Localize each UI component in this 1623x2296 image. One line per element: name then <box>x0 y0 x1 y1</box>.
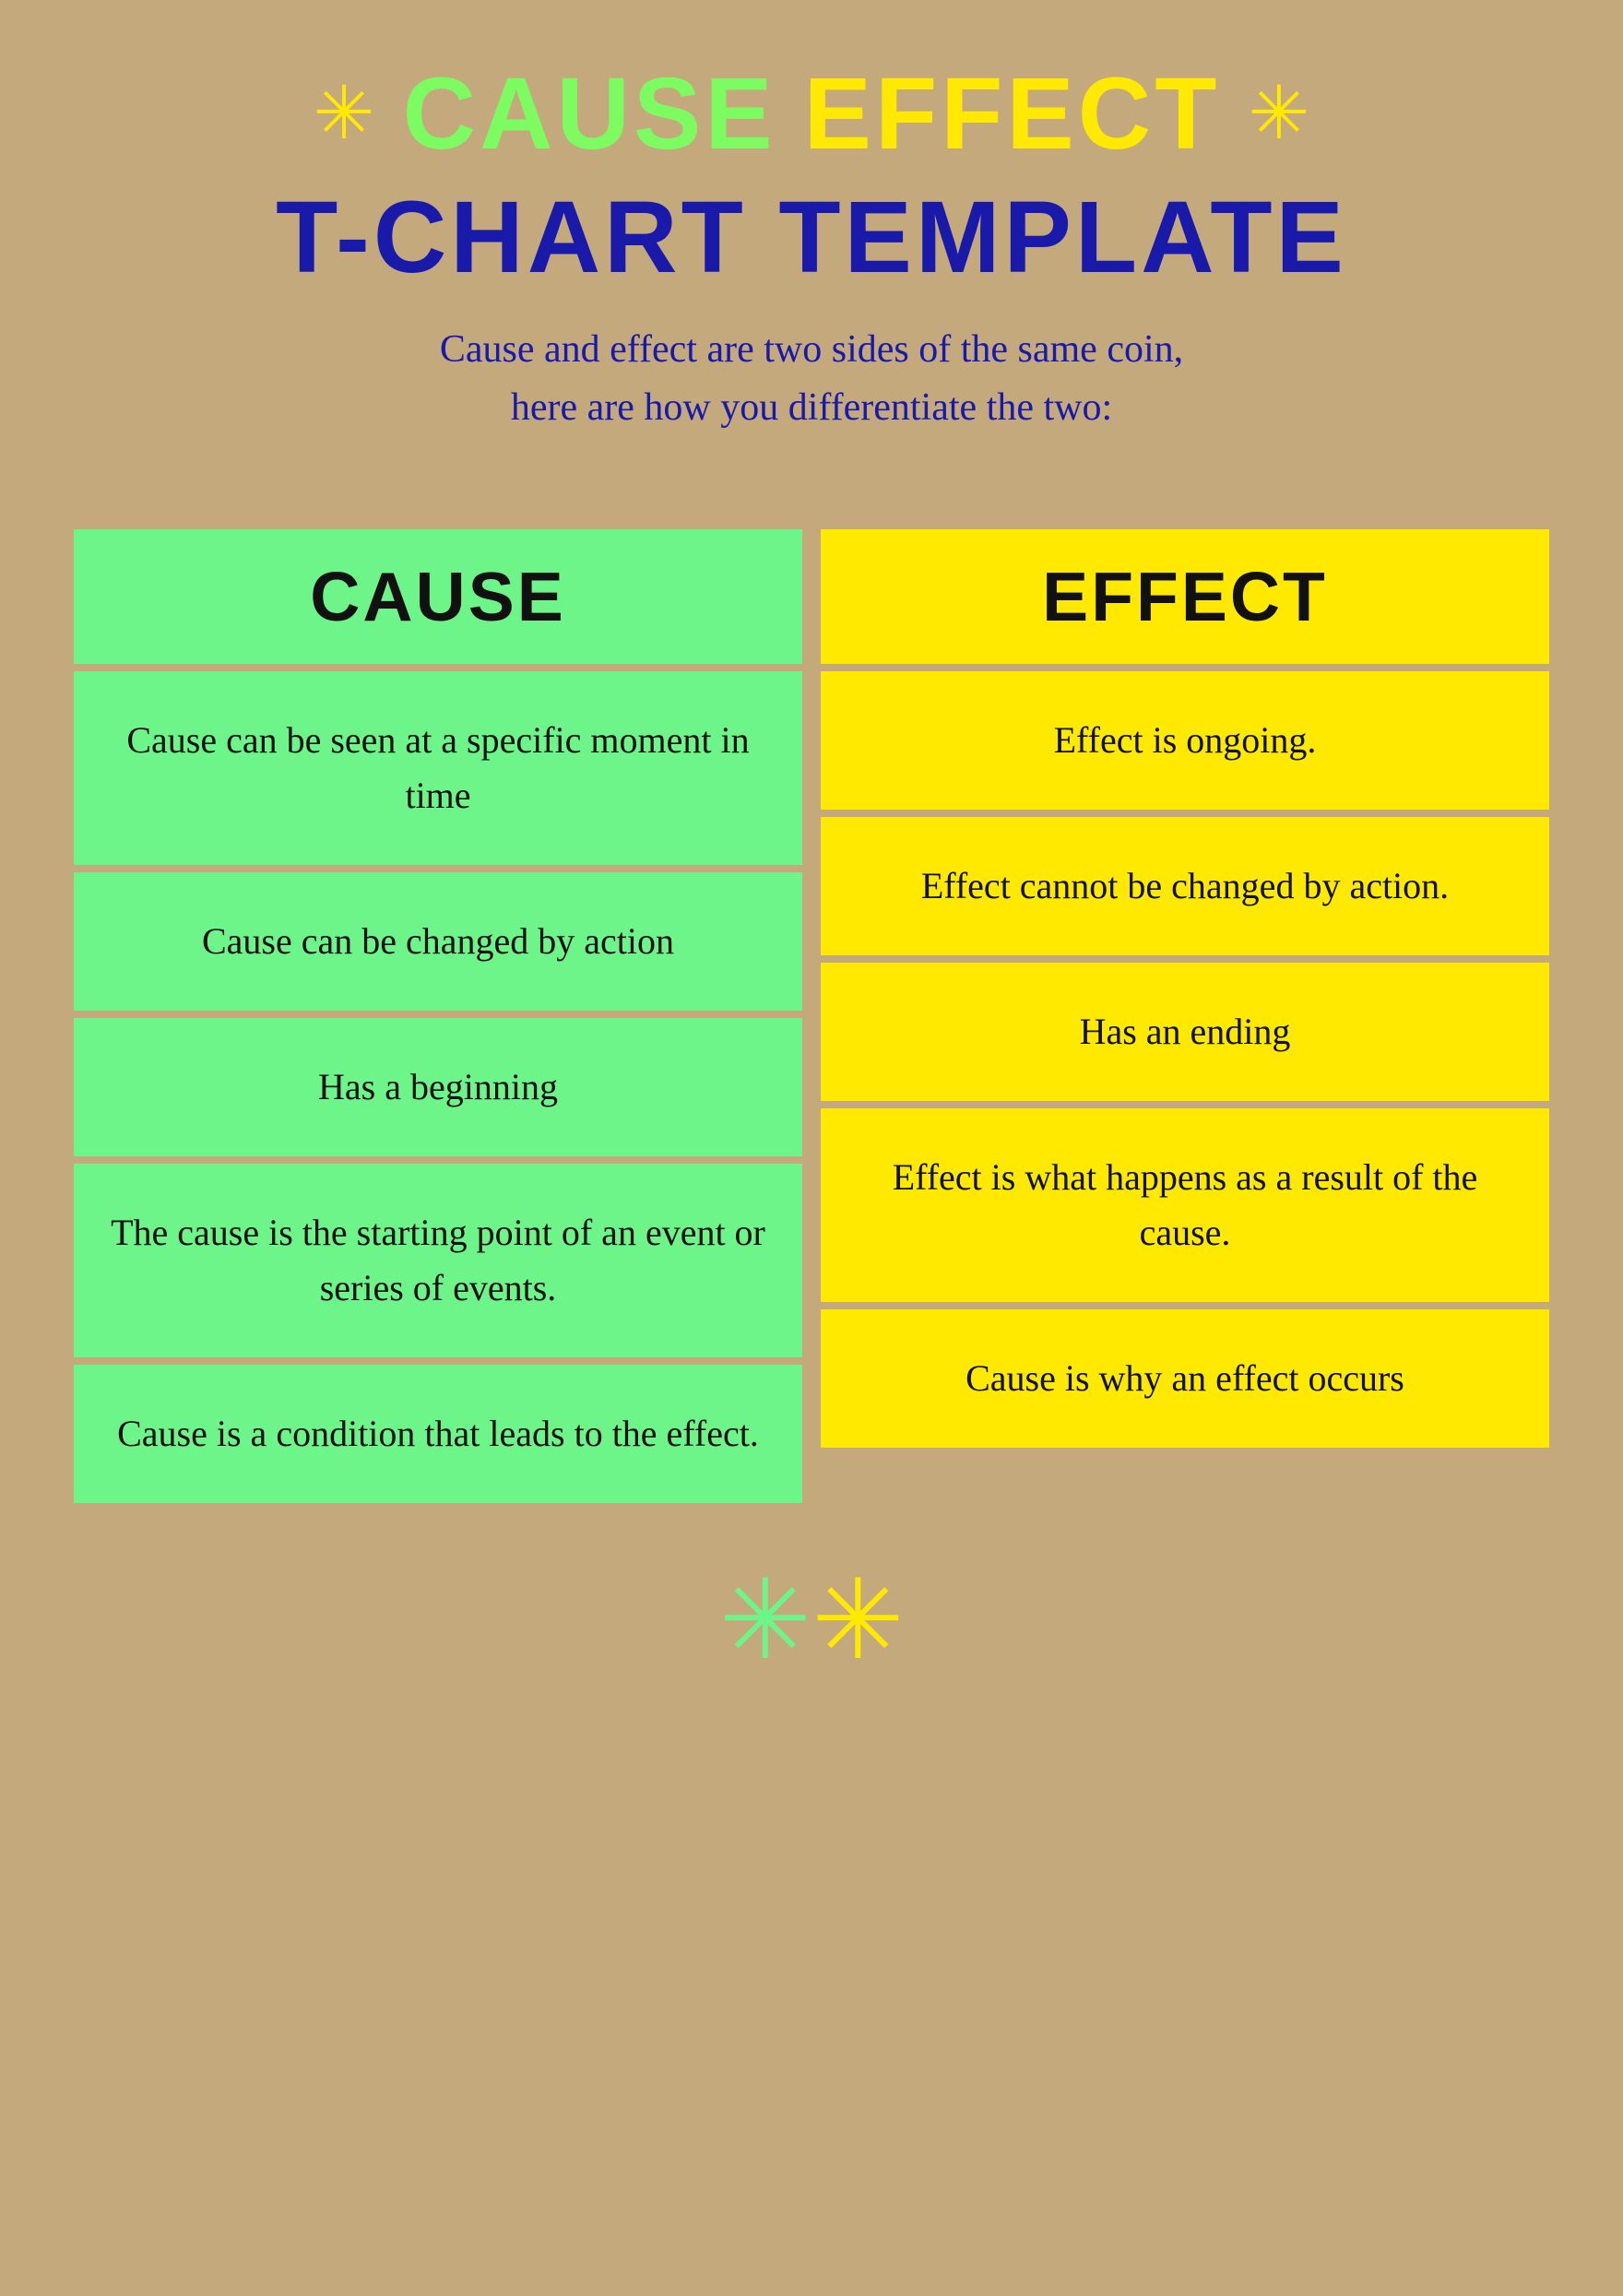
effect-column-header: EFFECT <box>821 529 1549 664</box>
effect-cell-2: Effect cannot be changed by action. <box>821 817 1549 955</box>
footer-decoration: ✳ ✳ <box>718 1566 904 1676</box>
effect-column: EFFECT Effect is ongoing. Effect cannot … <box>821 529 1549 1510</box>
effect-cell-4: Effect is what happens as a result of th… <box>821 1108 1549 1302</box>
effect-cell-5: Cause is why an effect occurs <box>821 1309 1549 1448</box>
title-effect: EFFECT <box>804 55 1221 172</box>
subtitle: Cause and effect are two sides of the sa… <box>74 321 1549 437</box>
title-line1: ✳ CAUSE EFFECT ✳ <box>74 55 1549 172</box>
title-cause: CAUSE <box>403 55 776 172</box>
cause-cell-5: Cause is a condition that leads to the e… <box>74 1365 802 1503</box>
cause-column-header: CAUSE <box>74 529 802 664</box>
cause-column: CAUSE Cause can be seen at a specific mo… <box>74 529 802 1510</box>
footer-star-green-icon: ✳ <box>718 1566 812 1676</box>
cause-cell-2: Cause can be changed by action <box>74 872 802 1011</box>
cause-cell-3: Has a beginning <box>74 1018 802 1156</box>
chart-container: CAUSE Cause can be seen at a specific mo… <box>74 529 1549 1510</box>
footer-star-yellow-icon: ✳ <box>812 1566 905 1676</box>
title-line2: T-CHART TEMPLATE <box>74 182 1549 293</box>
effect-cell-1: Effect is ongoing. <box>821 671 1549 810</box>
cause-cell-1: Cause can be seen at a specific moment i… <box>74 671 802 865</box>
effect-cell-3: Has an ending <box>821 963 1549 1101</box>
star-right-icon: ✳ <box>1248 77 1309 151</box>
star-left-icon: ✳ <box>314 77 375 151</box>
header-section: ✳ CAUSE EFFECT ✳ T-CHART TEMPLATE Cause … <box>74 55 1549 437</box>
cause-cell-4: The cause is the starting point of an ev… <box>74 1164 802 1357</box>
